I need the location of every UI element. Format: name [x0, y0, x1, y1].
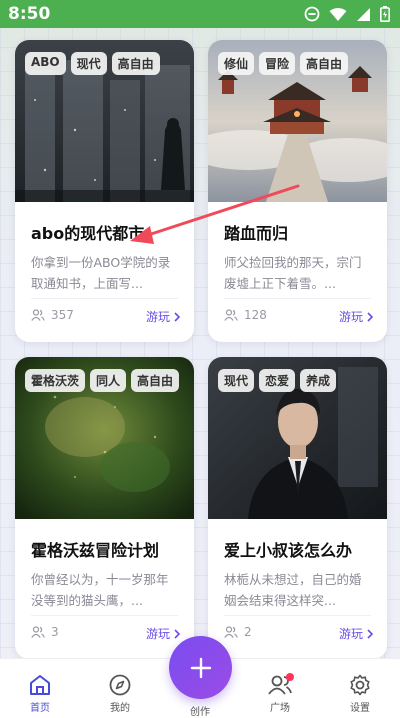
nav-settings-label: 设置: [350, 703, 370, 714]
create-button[interactable]: [169, 636, 232, 699]
annotation-arrow: [130, 184, 300, 244]
nav-home[interactable]: 首页: [16, 673, 64, 714]
nav-square[interactable]: 广场: [256, 673, 304, 714]
compass-icon: [109, 674, 131, 696]
create-label: 创作: [190, 707, 210, 718]
nav-settings[interactable]: 设置: [336, 673, 384, 714]
nav-home-label: 首页: [30, 703, 50, 714]
gear-icon: [350, 674, 370, 696]
nav-mine[interactable]: 我的: [96, 673, 144, 714]
notification-badge: [286, 673, 294, 681]
plus-icon: [190, 657, 211, 678]
nav-mine-label: 我的: [110, 703, 130, 714]
home-icon: [30, 675, 50, 695]
nav-square-label: 广场: [270, 703, 290, 714]
